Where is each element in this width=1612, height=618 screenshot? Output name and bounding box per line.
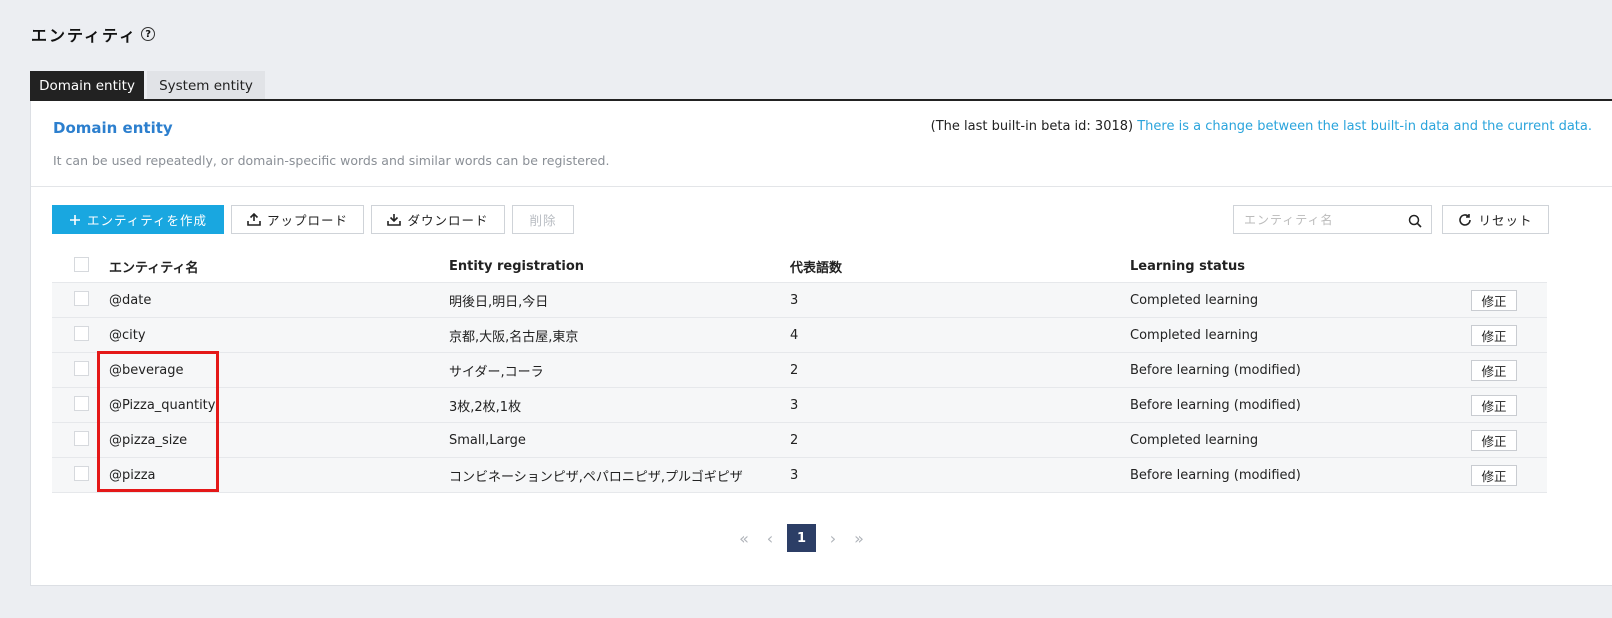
select-all-checkbox[interactable] bbox=[74, 256, 89, 272]
table-header: エンティティ名 Entity registration 代表語数 Learnin… bbox=[52, 250, 1547, 283]
entity-name[interactable]: @date bbox=[109, 293, 449, 308]
table-row: @Pizza_quantity 3枚,2枚,1枚 3 Before learni… bbox=[52, 388, 1547, 423]
upload-label: アップロード bbox=[266, 213, 348, 228]
plus-icon bbox=[69, 214, 81, 226]
search-input[interactable] bbox=[1244, 212, 1404, 227]
help-icon[interactable]: ? bbox=[141, 27, 156, 41]
entity-status: Completed learning bbox=[1130, 327, 1259, 343]
upload-button[interactable]: アップロード bbox=[231, 205, 364, 234]
entity-count: 3 bbox=[790, 397, 799, 413]
highlight-annotation-box bbox=[97, 351, 219, 492]
create-entity-button[interactable]: エンティティを作成 bbox=[52, 205, 224, 234]
tab-bar: Domain entity System entity bbox=[30, 71, 265, 100]
download-icon bbox=[387, 213, 402, 226]
refresh-icon bbox=[1458, 213, 1472, 227]
next-page-icon[interactable]: › bbox=[820, 529, 846, 548]
entity-registration: 明後日,明日,今日 bbox=[449, 294, 549, 310]
delete-button[interactable]: 削除 bbox=[512, 205, 574, 234]
download-button[interactable]: ダウンロード bbox=[371, 205, 505, 234]
entity-count: 4 bbox=[790, 327, 799, 343]
build-info: (The last built-in beta id: 3018) There … bbox=[931, 119, 1592, 134]
edit-button[interactable]: 修正 bbox=[1471, 324, 1517, 346]
page-number-current[interactable]: 1 bbox=[787, 524, 816, 552]
table-row: @date 明後日,明日,今日 3 Completed learning 修正 bbox=[52, 283, 1547, 318]
entity-count: 3 bbox=[790, 467, 799, 483]
entity-status: Completed learning bbox=[1130, 292, 1259, 308]
entity-name[interactable]: @city bbox=[109, 328, 449, 343]
entity-count: 2 bbox=[790, 432, 799, 448]
build-info-text: (The last built-in beta id: 3018) bbox=[930, 119, 1134, 134]
row-checkbox[interactable] bbox=[74, 360, 89, 376]
header-entity-registration: Entity registration bbox=[449, 258, 585, 274]
divider bbox=[31, 186, 1612, 187]
reset-label: リセット bbox=[1478, 213, 1533, 228]
header-entity-name: エンティティ名 bbox=[109, 260, 199, 276]
search-box bbox=[1233, 205, 1432, 234]
edit-button[interactable]: 修正 bbox=[1471, 359, 1517, 381]
row-checkbox[interactable] bbox=[74, 290, 89, 306]
row-checkbox[interactable] bbox=[74, 465, 89, 481]
edit-button[interactable]: 修正 bbox=[1471, 289, 1517, 311]
table-row: @city 京都,大阪,名古屋,東京 4 Completed learning … bbox=[52, 318, 1547, 353]
entity-status: Before learning (modified) bbox=[1130, 362, 1301, 378]
edit-button[interactable]: 修正 bbox=[1471, 429, 1517, 451]
reset-button[interactable]: リセット bbox=[1442, 205, 1549, 234]
edit-button[interactable]: 修正 bbox=[1471, 464, 1517, 486]
change-notice-link[interactable]: There is a change between the last built… bbox=[1137, 119, 1592, 134]
table-row: @pizza_size Small,Large 2 Completed lear… bbox=[52, 423, 1547, 458]
table-row: @beverage サイダー,コーラ 2 Before learning (mo… bbox=[52, 353, 1547, 388]
header-word-count: 代表語数 bbox=[790, 260, 843, 276]
page-title: エンティティ ? bbox=[31, 22, 156, 46]
upload-icon bbox=[247, 213, 261, 226]
prev-page-icon[interactable]: ‹ bbox=[757, 529, 783, 548]
entity-table: エンティティ名 Entity registration 代表語数 Learnin… bbox=[52, 250, 1547, 493]
header-learning-status: Learning status bbox=[1130, 258, 1246, 274]
entity-registration: 3枚,2枚,1枚 bbox=[449, 399, 522, 415]
table-row: @pizza コンビネーションピザ,ペパロニピザ,プルゴギピザ 3 Before… bbox=[52, 458, 1547, 493]
first-page-icon[interactable]: « bbox=[731, 529, 757, 548]
entity-count: 3 bbox=[790, 292, 799, 308]
entity-registration: コンビネーションピザ,ペパロニピザ,プルゴギピザ bbox=[449, 469, 743, 485]
entity-status: Before learning (modified) bbox=[1130, 397, 1301, 413]
edit-button[interactable]: 修正 bbox=[1471, 394, 1517, 416]
tab-domain-entity[interactable]: Domain entity bbox=[30, 71, 144, 100]
entity-panel: Domain entity (The last built-in beta id… bbox=[30, 101, 1612, 586]
pagination: « ‹ 1 › » bbox=[731, 524, 872, 552]
row-checkbox[interactable] bbox=[74, 325, 89, 341]
entity-status: Before learning (modified) bbox=[1130, 467, 1301, 483]
entity-registration: サイダー,コーラ bbox=[449, 364, 544, 380]
create-entity-label: エンティティを作成 bbox=[86, 213, 207, 228]
download-label: ダウンロード bbox=[407, 213, 489, 228]
entity-registration: 京都,大阪,名古屋,東京 bbox=[449, 329, 579, 345]
row-checkbox[interactable] bbox=[74, 395, 89, 411]
entity-status: Completed learning bbox=[1130, 432, 1259, 448]
entity-registration: Small,Large bbox=[449, 432, 526, 448]
search-icon[interactable] bbox=[1408, 213, 1422, 232]
row-checkbox[interactable] bbox=[74, 430, 89, 446]
tab-system-entity[interactable]: System entity bbox=[147, 71, 265, 100]
entity-count: 2 bbox=[790, 362, 799, 378]
last-page-icon[interactable]: » bbox=[846, 529, 872, 548]
page-title-text: エンティティ bbox=[31, 26, 138, 45]
section-title: Domain entity bbox=[53, 119, 173, 137]
section-description: It can be used repeatedly, or domain-spe… bbox=[53, 153, 610, 168]
